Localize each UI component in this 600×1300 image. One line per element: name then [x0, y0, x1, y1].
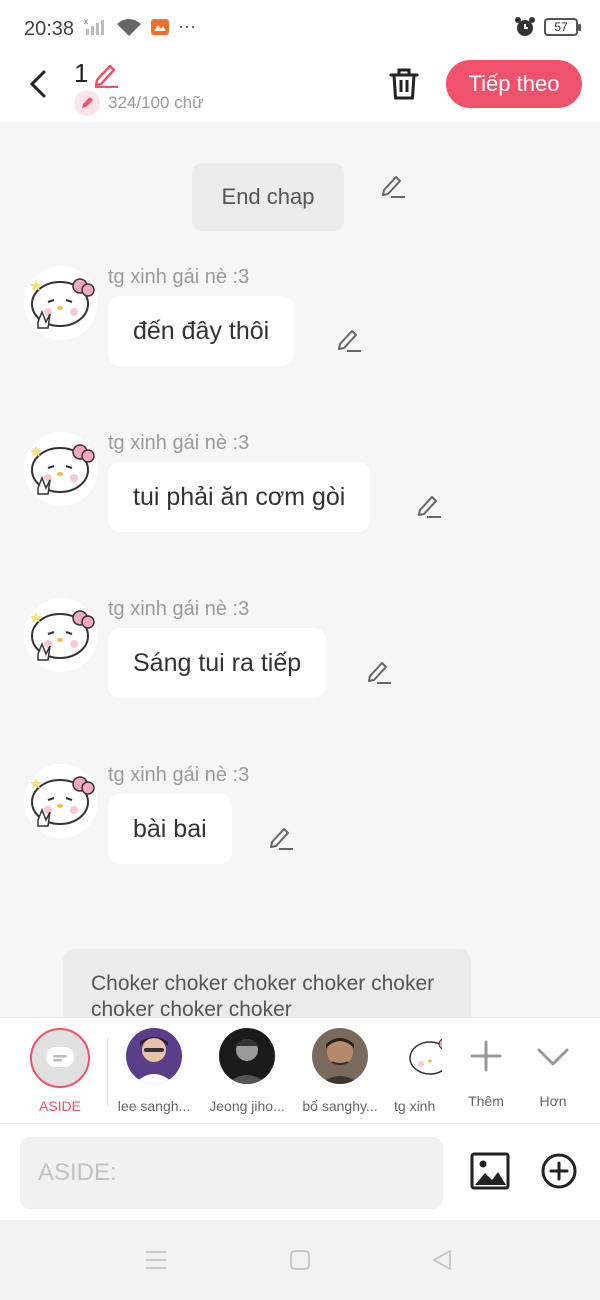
- sender-name: tg xinh gái nè :3: [108, 432, 250, 454]
- word-count-text: 324/100 chữ: [108, 93, 204, 112]
- character-bar: ASIDE lee sangh... Jeong jiho... bố sang…: [0, 1017, 600, 1123]
- message-bubble[interactable]: tui phải ăn cơm gòi: [108, 462, 371, 532]
- chevron-down-icon: [537, 1048, 569, 1066]
- svg-text:x: x: [84, 17, 88, 26]
- wifi-icon: [117, 18, 141, 36]
- nav-home-button[interactable]: [288, 1248, 316, 1272]
- sender-name: tg xinh gái nè :3: [108, 764, 250, 786]
- aside-avatar: [30, 1028, 90, 1088]
- system-nav-bar: [0, 1220, 600, 1300]
- editor-header: 1 324/100 chữ Tiếp theo: [0, 58, 600, 122]
- avatar[interactable]: [24, 598, 98, 672]
- end-chap-marker[interactable]: End chap: [192, 163, 344, 231]
- character-item[interactable]: lee sangh...: [108, 1028, 200, 1114]
- menu-icon: [146, 1251, 166, 1269]
- character-name: Jeong jiho...: [209, 1098, 285, 1114]
- battery-icon: 57: [544, 18, 581, 36]
- delete-button[interactable]: [386, 64, 422, 104]
- trash-icon: [389, 68, 419, 100]
- edit-message-icon[interactable]: [414, 490, 444, 520]
- chat-bubble-icon: [46, 1047, 74, 1067]
- chapter-title[interactable]: 1: [74, 58, 120, 89]
- message-bubble[interactable]: đến đây thôi: [108, 296, 295, 366]
- back-button[interactable]: [22, 66, 54, 102]
- app-notification-icon: [151, 18, 169, 35]
- more-characters-button[interactable]: Hơn: [510, 1028, 596, 1109]
- signal-icon: x: [84, 17, 104, 35]
- plus-circle-icon: [541, 1153, 577, 1189]
- more-characters-label: Hơn: [539, 1093, 567, 1109]
- edit-message-icon[interactable]: [364, 656, 394, 686]
- character-item[interactable]: bố sanghy...: [294, 1028, 386, 1114]
- edit-message-icon[interactable]: [266, 822, 296, 852]
- status-time: 20:38: [24, 18, 75, 40]
- avatar[interactable]: [24, 432, 98, 506]
- character-avatar: [126, 1028, 182, 1084]
- edit-title-icon: [95, 64, 119, 88]
- status-icons-right: 57: [514, 16, 581, 38]
- insert-image-button[interactable]: [470, 1152, 510, 1190]
- next-button[interactable]: Tiếp theo: [446, 60, 582, 108]
- chapter-title-text: 1: [74, 58, 89, 88]
- message-bubble[interactable]: bài bai: [108, 794, 232, 864]
- sender-name: tg xinh gái nè :3: [108, 598, 250, 620]
- triangle-back-icon: [433, 1250, 451, 1270]
- character-item[interactable]: tg xinh: [384, 1028, 442, 1114]
- character-name: lee sangh...: [117, 1098, 191, 1114]
- aside-input[interactable]: [20, 1137, 443, 1209]
- character-item[interactable]: Jeong jiho...: [201, 1028, 293, 1114]
- aside-label: ASIDE: [38, 1098, 81, 1114]
- edit-end-chap-icon[interactable]: [378, 170, 408, 200]
- character-name: bố sanghy...: [302, 1098, 378, 1114]
- chevron-left-icon: [29, 70, 46, 98]
- nav-back-button[interactable]: [430, 1248, 458, 1272]
- more-status-icon: ···: [178, 16, 196, 36]
- word-count: 324/100 chữ: [74, 90, 204, 116]
- character-avatar: [402, 1028, 442, 1084]
- aside-message-preview[interactable]: Choker choker choker choker choker choke…: [63, 949, 471, 1017]
- character-avatar: [219, 1028, 275, 1084]
- add-content-button[interactable]: [541, 1153, 577, 1189]
- home-square-icon: [290, 1250, 310, 1270]
- plus-icon: [470, 1040, 502, 1072]
- alarm-icon: [515, 17, 535, 36]
- message-bubble[interactable]: Sáng tui ra tiếp: [108, 628, 327, 698]
- status-bar: 20:38 x ··· 57: [0, 0, 600, 58]
- status-icons-left: x ···: [84, 16, 196, 37]
- character-aside[interactable]: ASIDE: [14, 1028, 106, 1114]
- image-icon: [470, 1152, 510, 1190]
- sender-name: tg xinh gái nè :3: [108, 266, 250, 288]
- chat-area[interactable]: End chap tg xinh gái nè :3 đến đây thôi: [0, 122, 600, 1017]
- avatar[interactable]: [24, 764, 98, 838]
- character-name: tg xinh: [394, 1098, 436, 1114]
- input-bar: [0, 1123, 600, 1220]
- pencil-icon: [74, 90, 100, 116]
- nav-menu-button[interactable]: [144, 1248, 172, 1272]
- avatar[interactable]: [24, 266, 98, 340]
- character-avatar: [312, 1028, 368, 1084]
- edit-message-icon[interactable]: [334, 324, 364, 354]
